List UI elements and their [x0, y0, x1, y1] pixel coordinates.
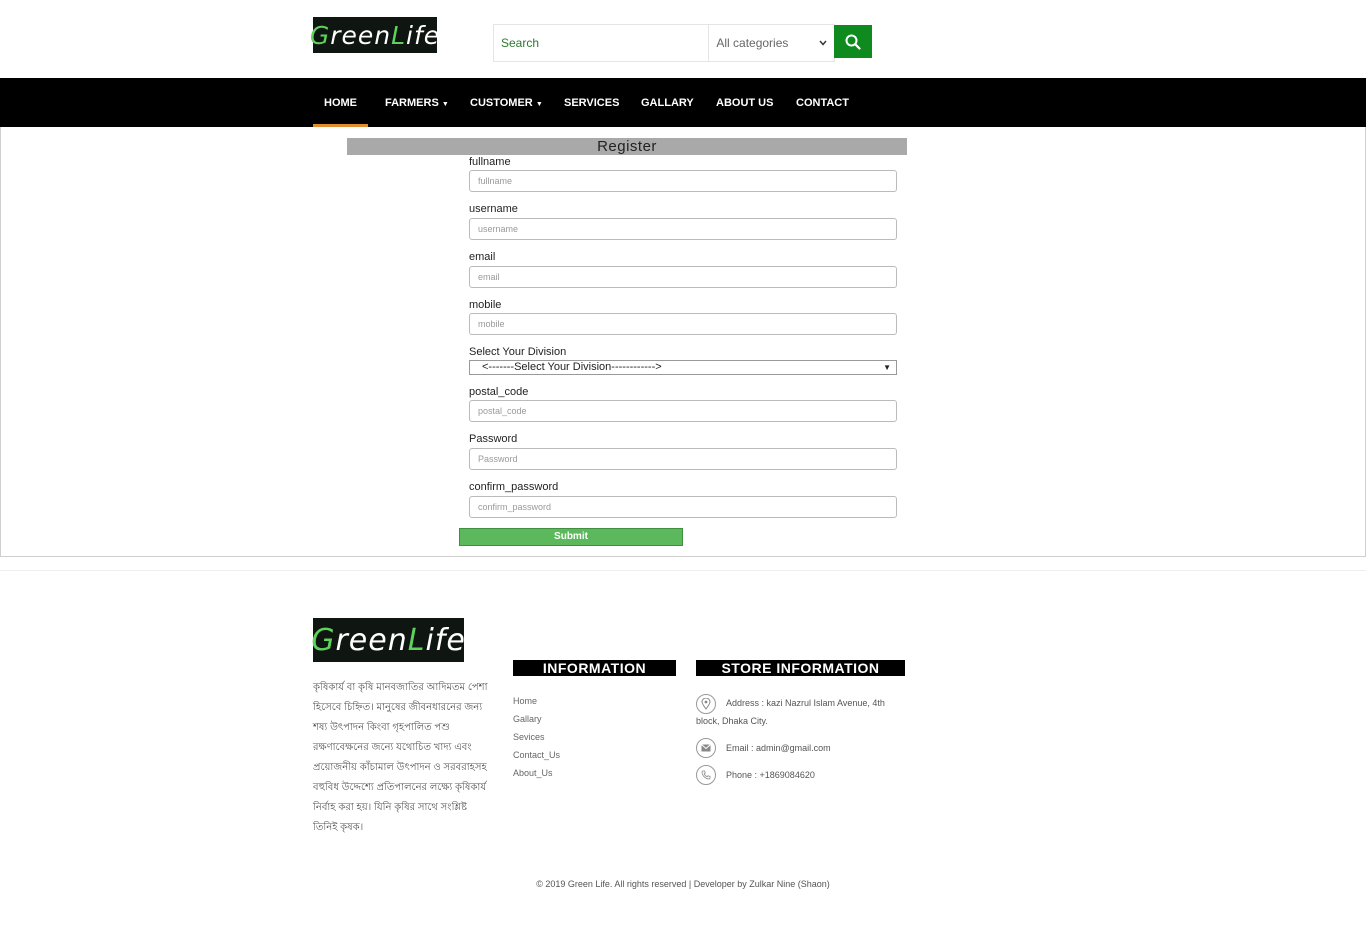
- footer-link-gallary[interactable]: Gallary: [513, 714, 542, 724]
- category-select[interactable]: All categories: [709, 25, 834, 61]
- store-email: Email : admin@gmail.com: [726, 743, 831, 753]
- phone-icon: [696, 765, 716, 785]
- nav-label: FARMERS: [385, 97, 439, 109]
- information-heading: INFORMATION: [513, 660, 676, 676]
- logo-text-ife: ife: [425, 622, 466, 658]
- username-input[interactable]: username: [469, 218, 897, 240]
- site-header: Green Life Search All categories: [0, 0, 1366, 78]
- search-bar: Search All categories: [493, 24, 835, 62]
- site-logo[interactable]: Green Life: [309, 17, 441, 53]
- footer-divider: [0, 570, 1366, 571]
- nav-item-home[interactable]: HOME: [313, 78, 368, 127]
- footer-logo[interactable]: Green Life: [311, 618, 466, 662]
- password-label: Password: [469, 433, 518, 445]
- caret-down-icon: ▼: [535, 101, 543, 108]
- logo-letter-g: G: [309, 20, 331, 50]
- nav-item-contact[interactable]: CONTACT: [796, 78, 849, 127]
- postal-code-input[interactable]: postal_code: [469, 400, 897, 422]
- division-value: <-------Select Your Division------------…: [482, 361, 662, 373]
- division-select[interactable]: <-------Select Your Division------------…: [469, 360, 897, 375]
- nav-item-farmers[interactable]: FARMERS ▼: [385, 78, 449, 127]
- password-input[interactable]: Password: [469, 448, 897, 470]
- fullname-input[interactable]: fullname: [469, 170, 897, 192]
- copyright-label: © 2019 Green Life. All rights reserved |…: [536, 879, 830, 889]
- postal-code-label: postal_code: [469, 386, 529, 398]
- footer-link-services[interactable]: Sevices: [513, 732, 545, 742]
- logo-text-ife: ife: [406, 20, 441, 50]
- envelope-icon: [696, 738, 716, 758]
- chevron-down-icon: [819, 40, 827, 46]
- footer-link-contact-us[interactable]: Contact_Us: [513, 750, 560, 760]
- search-input[interactable]: Search: [494, 25, 710, 61]
- logo-letter-g: G: [311, 622, 336, 658]
- logo-letter-l: L: [407, 622, 426, 658]
- logo-text-reen: reen: [335, 622, 408, 658]
- username-label: username: [469, 203, 518, 215]
- nav-item-services[interactable]: SERVICES: [564, 78, 619, 127]
- confirm-password-label: confirm_password: [469, 481, 559, 493]
- search-button[interactable]: [834, 25, 872, 58]
- mobile-label: mobile: [469, 299, 502, 311]
- mobile-input[interactable]: mobile: [469, 313, 897, 335]
- nav-label: CONTACT: [796, 97, 849, 109]
- category-value: All categories: [716, 36, 789, 50]
- confirm-password-input[interactable]: confirm_password: [469, 496, 897, 518]
- footer-about-text: কৃষিকার্য বা কৃষি মানবজাতির আদিমতম পেশা …: [313, 682, 488, 833]
- footer-link-about-us[interactable]: About_Us: [513, 768, 553, 778]
- footer-link-home[interactable]: Home: [513, 696, 537, 706]
- email-input[interactable]: email: [469, 266, 897, 288]
- submit-button[interactable]: Submit: [459, 528, 683, 546]
- register-title: Register: [347, 138, 907, 155]
- nav-label: HOME: [324, 97, 357, 109]
- nav-label: CUSTOMER: [470, 97, 533, 109]
- logo-text-reen: reen: [330, 20, 392, 50]
- nav-item-about-us[interactable]: ABOUT US: [716, 78, 773, 127]
- store-information-heading: STORE INFORMATION: [696, 660, 905, 676]
- nav-item-customer[interactable]: CUSTOMER ▼: [470, 78, 543, 127]
- copyright-text: © 2019 Green Life. All rights reserved |…: [0, 879, 1366, 889]
- nav-label: GALLARY: [641, 97, 694, 109]
- store-address: Address : kazi Nazrul Islam Avenue, 4th …: [696, 698, 885, 726]
- fullname-label: fullname: [469, 156, 511, 168]
- division-label: Select Your Division: [469, 346, 567, 358]
- dropdown-arrow-icon: ▼: [883, 363, 891, 372]
- search-icon: [845, 34, 861, 50]
- caret-down-icon: ▼: [441, 101, 449, 108]
- store-phone: Phone : +1869084620: [726, 770, 815, 780]
- nav-item-gallary[interactable]: GALLARY: [641, 78, 694, 127]
- nav-label: ABOUT US: [716, 97, 774, 109]
- logo-letter-l: L: [391, 20, 407, 50]
- main-nav: HOME FARMERS ▼ CUSTOMER ▼ SERVICES GALLA…: [0, 78, 1366, 127]
- email-label: email: [469, 251, 496, 263]
- nav-label: SERVICES: [564, 97, 620, 109]
